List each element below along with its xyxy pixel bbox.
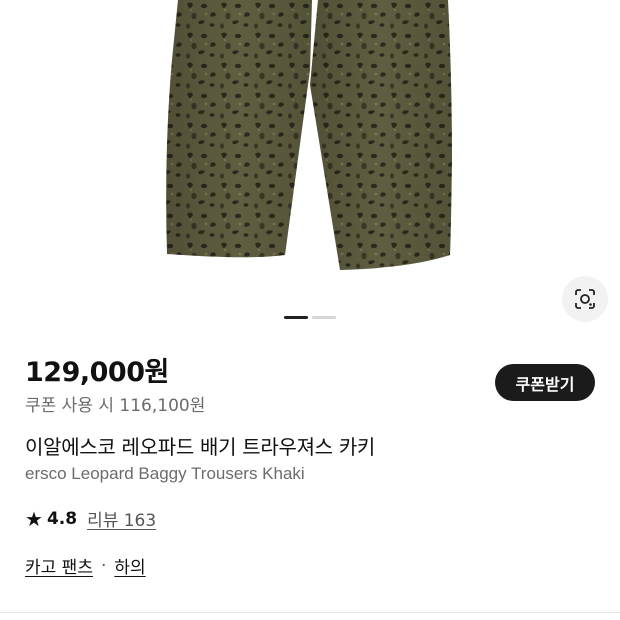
product-price: 129,000원 — [25, 357, 169, 388]
get-coupon-button[interactable]: 쿠폰받기 — [495, 364, 595, 401]
product-title-korean: 이알에스코 레오파드 배기 트라우져스 카키 — [25, 435, 376, 459]
pagination-dot-active — [284, 316, 308, 319]
product-image-gallery[interactable] — [0, 0, 620, 332]
pagination-dot — [312, 316, 336, 319]
visual-search-button[interactable] — [562, 276, 608, 322]
category-link-bottoms[interactable]: 하의 — [114, 553, 145, 578]
section-divider — [0, 612, 620, 613]
visual-search-icon — [575, 289, 595, 309]
star-icon: ★ — [25, 506, 43, 531]
leopard-trousers-image — [166, 0, 452, 270]
rating-score: 4.8 — [46, 508, 78, 529]
breadcrumb-separator: · — [100, 555, 107, 576]
review-count-link[interactable]: 리뷰 163 — [87, 506, 156, 531]
category-link-cargo-pants[interactable]: 카고 팬츠 — [25, 553, 93, 578]
rating-row: ★ 4.8 리뷰 163 — [25, 506, 156, 532]
coupon-price: 쿠폰 사용 시 116,100원 — [25, 396, 206, 416]
image-pagination — [284, 316, 336, 319]
product-title-english: ersco Leopard Baggy Trousers Khaki — [25, 464, 305, 483]
breadcrumb: 카고 팬츠 · 하의 — [25, 553, 146, 579]
